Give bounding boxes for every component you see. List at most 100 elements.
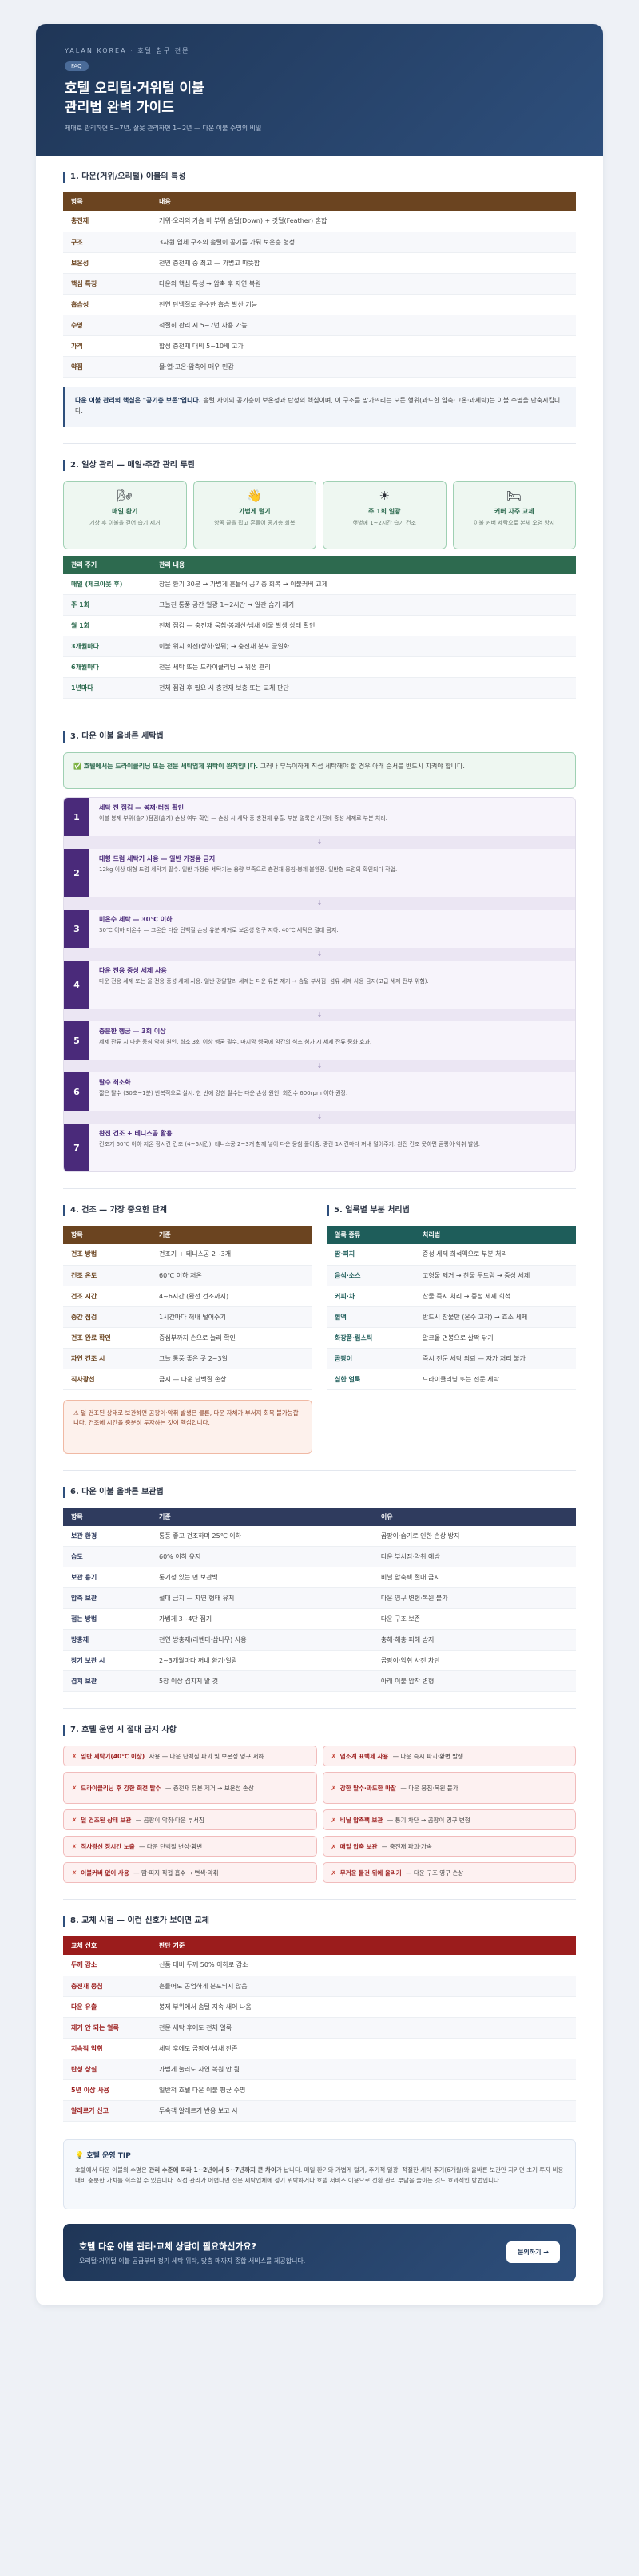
- row-value: 곰팡이·악취 사전 차단: [372, 1650, 576, 1671]
- inquiry-button[interactable]: 문의하기 →: [506, 2241, 560, 2263]
- forbidden-bold: 강한 탈수·과도한 마찰: [339, 1784, 396, 1792]
- row-value: 가볍게 눌러도 자연 복원 안 됨: [151, 2059, 576, 2080]
- row-value: 비닐 압축팩 절대 금지: [372, 1567, 576, 1588]
- row-value: 물·열·고온·압축에 매우 민감: [151, 356, 576, 378]
- row-key: 보관 환경: [63, 1525, 151, 1547]
- wash-step: 6 탈수 최소화 짧은 탈수 (30초~1분) 반복적으로 실시. 한 번에 강한 …: [64, 1072, 575, 1111]
- forbidden-bold: 염소계 표백제 사용: [339, 1752, 389, 1760]
- row-key: 6개월마다: [63, 656, 151, 678]
- page-title: 호텔 오리털·거위털 이불 관리법 완벽 가이드: [65, 79, 574, 117]
- table-row: 곰팡이 즉시 전문 세탁 의뢰 — 자가 처리 불가: [327, 1348, 576, 1369]
- step-body: 충분한 헹굼 — 3회 이상 세제 잔류 시 다운 뭉침 악취 원인. 최소 3회…: [89, 1021, 575, 1060]
- tip-text-bold: 관리 수준에 따라 1~2년에서 5~7년까지 큰 차이: [149, 2166, 276, 2174]
- row-key: 땀·피지: [327, 1244, 415, 1266]
- drying-stain-row: 4. 건조 — 가장 중요한 단계 항목 기준 건조 방법 건조기 + 테니스공 …: [63, 1205, 576, 1454]
- row-key: 음식·소스: [327, 1265, 415, 1286]
- drying-table: 항목 기준 건조 방법 건조기 + 테니스공 2~3개 건조 온도 60℃ 이하 저온…: [63, 1226, 312, 1390]
- close-icon: ✗: [331, 1816, 336, 1824]
- step-desc: 다운 전용 세제 또는 울 전용 중성 세제 사용. 일반 강알칼리 세제는 다…: [99, 978, 429, 985]
- step-desc: 짧은 탈수 (30초~1분) 반복적으로 실시. 한 번에 강한 탈수는 다운 …: [99, 1090, 348, 1096]
- page-subtitle: 제대로 관리하면 5~7년, 잘못 관리하면 1~2년 — 다운 이불 수명의 …: [65, 125, 262, 132]
- table-row: 겹쳐 보관 5장 이상 겹치지 말 것 아래 이불 압착 변형: [63, 1670, 576, 1692]
- table-row: 수명 적절히 관리 시 5~7년 사용 가능: [63, 315, 576, 336]
- replacement-table: 교체 신호 판단 기준 두께 감소 신품 대비 두께 50% 이하로 감소 충전재 …: [63, 1936, 576, 2122]
- table-row: 건조 온도 60℃ 이하 저온: [63, 1265, 312, 1286]
- row-value: 적절히 관리 시 5~7년 사용 가능: [151, 315, 576, 336]
- forbidden-text: 염소계 표백제 사용 — 다운 즉시 파괴·황변 발생: [340, 1752, 463, 1761]
- row-key: 직사광선: [63, 1369, 151, 1390]
- row-value: 아래 이불 압착 변형: [372, 1670, 576, 1692]
- table-row: 보관 용기 통기성 있는 면 보관백 비닐 압축팩 절대 금지: [63, 1567, 576, 1588]
- row-value: 고형물 제거 → 찬물 두드림 → 중성 세제: [415, 1265, 576, 1286]
- hero-banner: YALAN KOREA · 호텔 침구 전문 FAQ 호텔 오리털·거위털 이불…: [36, 24, 603, 156]
- section-8-title: 8. 교체 시점 — 이런 신호가 보이면 교체: [63, 1916, 576, 1927]
- row-value: 그늘 통풍 좋은 곳 2~3일: [151, 1348, 312, 1369]
- table-row: 충전재 뭉침 흔들어도 공업하게 분포되지 않음: [63, 1976, 576, 1997]
- row-value: 2~3개월마다 꺼내 환기·일광: [151, 1650, 373, 1671]
- care-cycle-table: 관리 주기 관리 내용 매일 (체크아웃 후) 창문 환기 30분 → 가볍게 흔…: [63, 555, 576, 699]
- step-desc: 세제 잔류 시 다운 뭉침 악취 원인. 최소 3회 이상 헹굼 필수. 마지막…: [99, 1039, 372, 1045]
- forbidden-bold: 무거운 물건 위에 올리기: [339, 1869, 402, 1877]
- row-value: 즉시 전문 세탁 의뢰 — 자가 처리 불가: [415, 1348, 576, 1369]
- forbidden-desc: — 땀·피지 직접 흡수 → 변색·악취: [131, 1869, 219, 1877]
- row-key: 곰팡이: [327, 1348, 415, 1369]
- row-key: 충전재 뭉침: [63, 1976, 151, 1997]
- row-value: 곰팡이·습기로 인한 손상 방지: [372, 1525, 576, 1547]
- row-key: 습도: [63, 1546, 151, 1567]
- row-key: 혈액: [327, 1306, 415, 1328]
- note-bold: 다운 이불 관리의 핵심은 "공기층 보존"입니다.: [75, 396, 201, 404]
- card-desc: 햇볕에 1~2시간 습기 건조: [352, 519, 416, 526]
- close-icon: ✗: [72, 1869, 77, 1877]
- forbidden-text: 덜 건조된 상태 보관 — 곰팡이·악취·다운 부서짐: [81, 1816, 204, 1825]
- table-header: 관리 주기: [63, 555, 151, 574]
- consult-banner: 호텔 다운 이불 관리·교체 상담이 필요하신가요? 오리털·거위털 이불 공급…: [63, 2223, 576, 2281]
- row-key: 중간 점검: [63, 1306, 151, 1328]
- row-value: 봉제 부위에서 솜털 지속 새어 나옴: [151, 1996, 576, 2018]
- row-value: 찬물 즉시 처리 → 중성 세제 희석: [415, 1286, 576, 1307]
- table-row: 가격 합성 충전재 대비 5~10배 고가: [63, 335, 576, 357]
- main-content: 1. 다운(거위/오리털) 이불의 특성 항목 내용 충전재 거위·오리의 가슴 …: [36, 156, 603, 2305]
- row-key: 두께 감소: [63, 1955, 151, 1976]
- guide-page: YALAN KOREA · 호텔 침구 전문 FAQ 호텔 오리털·거위털 이불…: [36, 24, 603, 2305]
- row-value: 천연 충전재 중 최고 — 가볍고 따뜻함: [151, 252, 576, 274]
- row-value: 4~6시간 (완전 건조까지): [151, 1286, 312, 1307]
- table-row: 방충제 천연 방충제(라벤더·삼나무) 사용 충해·해충 피해 방지: [63, 1629, 576, 1651]
- forbidden-desc: — 다운 뭉침·복원 불가: [398, 1784, 458, 1792]
- row-value: 전문 세탁 또는 드라이클리닝 → 위생 관리: [151, 656, 576, 678]
- tip-text-a: 호텔에서 다운 이불의 수명은: [75, 2166, 149, 2174]
- table-row: 건조 방법 건조기 + 테니스공 2~3개: [63, 1244, 312, 1266]
- divider: [63, 1708, 576, 1709]
- row-key: 건조 완료 확인: [63, 1327, 151, 1349]
- row-value: 투숙객 알레르기 반응 보고 시: [151, 2100, 576, 2122]
- step-title: 대형 드럼 세탁기 사용 — 일반 가정용 금지: [99, 855, 216, 862]
- forbidden-item: ✗ 드라이클리닝 후 강한 회전 탈수 — 충전재 유분 제거 → 보온성 손상: [63, 1772, 317, 1804]
- card-desc: 양쪽 끝을 잡고 흔들어 공기층 회복: [214, 519, 296, 526]
- cta-text: 호텔 다운 이불 관리·교체 상담이 필요하신가요? 오리털·거위털 이불 공급…: [79, 2240, 506, 2265]
- row-key: 충전재: [63, 211, 151, 232]
- forbidden-text: 강한 탈수·과도한 마찰 — 다운 뭉침·복원 불가: [340, 1784, 458, 1793]
- row-value: 중성 세제 희석액으로 부분 처리: [415, 1244, 576, 1266]
- chevron-down-icon: ↓: [64, 1060, 575, 1072]
- forbidden-bold: 일반 세탁기(40℃ 이상): [81, 1752, 145, 1760]
- forbidden-item: ✗ 염소계 표백제 사용 — 다운 즉시 파괴·황변 발생: [322, 1746, 576, 1766]
- table-row: 화장품·립스틱 알코올 면봉으로 살짝 닦기: [327, 1327, 576, 1349]
- table-row: 약점 물·열·고온·압축에 매우 민감: [63, 356, 576, 378]
- row-value: 다운 부서짐·악취 예방: [372, 1546, 576, 1567]
- row-value: 건조기 + 테니스공 2~3개: [151, 1244, 312, 1266]
- faq-tag: FAQ: [65, 61, 89, 71]
- brand-label: YALAN KOREA · 호텔 침구 전문: [65, 47, 190, 54]
- row-value: 1시간마다 꺼내 털어주기: [151, 1306, 312, 1328]
- table-header: 항목: [63, 1507, 151, 1526]
- row-key: 접는 방법: [63, 1608, 151, 1630]
- table-header: 내용: [151, 192, 576, 211]
- row-key: 5년 이상 사용: [63, 2079, 151, 2101]
- row-value: 중심부까지 손으로 눌러 확인: [151, 1327, 312, 1349]
- table-header: 처리법: [415, 1226, 576, 1244]
- forbidden-text: 매일 압축 보관 — 충전재 파괴·가속: [340, 1842, 432, 1851]
- forbidden-bold: 덜 건조된 상태 보관: [81, 1816, 132, 1824]
- row-value: 천연 방충제(라벤더·삼나무) 사용: [151, 1629, 373, 1651]
- chevron-down-icon: ↓: [64, 836, 575, 849]
- row-value: 다운 구조 보존: [372, 1608, 576, 1630]
- row-key: 흡습성: [63, 294, 151, 315]
- section-1-title: 1. 다운(거위/오리털) 이불의 특성: [63, 172, 576, 183]
